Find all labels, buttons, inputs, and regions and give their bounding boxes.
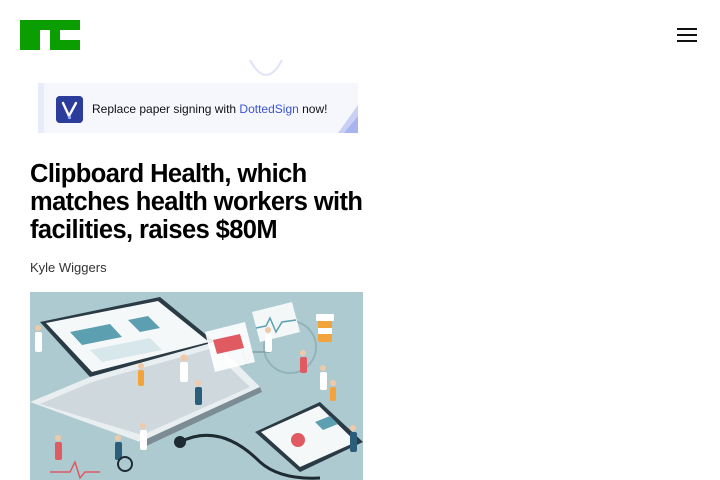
ad-text-prefix: Replace paper signing with bbox=[92, 102, 240, 116]
ad-text-suffix: now! bbox=[298, 102, 328, 116]
author-link[interactable]: Kyle Wiggers bbox=[30, 260, 107, 275]
article-image[interactable] bbox=[30, 292, 363, 480]
article-headline[interactable]: Clipboard Health, which matches health w… bbox=[30, 160, 370, 244]
article-headline-link[interactable]: Clipboard Health, which matches health w… bbox=[30, 160, 363, 244]
healthcare-illustration bbox=[30, 292, 363, 480]
techcrunch-logo[interactable] bbox=[20, 20, 80, 50]
dottedsign-logo-icon bbox=[56, 96, 83, 123]
ad-background bbox=[38, 60, 358, 133]
menu-bar bbox=[677, 40, 697, 42]
article-byline: Kyle Wiggers bbox=[30, 260, 107, 275]
ad-brand: DottedSign bbox=[239, 102, 299, 116]
tc-logo-icon bbox=[20, 20, 80, 50]
menu-bar bbox=[677, 28, 697, 30]
menu-button[interactable] bbox=[674, 24, 700, 46]
advertisement-banner[interactable]: Replace paper signing with DottedSign no… bbox=[38, 60, 358, 133]
ad-text: Replace paper signing with DottedSign no… bbox=[92, 102, 327, 116]
menu-bar bbox=[677, 34, 697, 36]
